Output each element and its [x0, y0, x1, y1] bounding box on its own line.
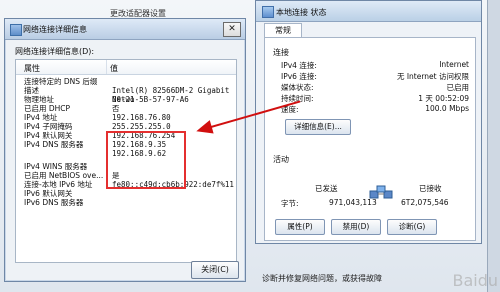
table-header: 属性 值	[16, 60, 236, 75]
background-scrollbar[interactable]	[487, 0, 500, 292]
diagnose-button[interactable]: 诊断(G)	[387, 219, 437, 235]
table-row-property: IPv6 默认网关	[24, 189, 73, 198]
table-row-property: 描述	[24, 86, 39, 95]
table-row-property: 已启用 DHCP	[24, 104, 71, 113]
network-details-dialog: 网络连接详细信息 ✕ 网络连接详细信息(D): 属性 值 连接特定的 DNS 后…	[4, 18, 246, 282]
close-icon[interactable]: ✕	[223, 22, 241, 37]
table-row-property: 连接-本地 IPv6 地址	[24, 180, 93, 189]
ip-info-highlight	[106, 131, 186, 189]
table-row-property: IPv4 DNS 服务器	[24, 140, 84, 149]
column-property: 属性	[24, 64, 40, 73]
status-row-value: Internet	[439, 60, 469, 69]
table-row-property: IPv4 子网掩码	[24, 122, 73, 131]
network-status-icon	[262, 6, 274, 18]
details-button[interactable]: 详细信息(E)...	[285, 119, 351, 135]
status-row-value: 100.0 Mbps	[425, 104, 469, 113]
local-connection-status-window: 本地连接 状态 常规 连接 IPv4 连接: Internet IPv6 连接:…	[255, 0, 482, 244]
sent-bytes: 971,043,113	[329, 198, 377, 207]
received-label: 已接收	[419, 184, 442, 193]
table-row-value: 00-21-5B-57-97-A6	[112, 95, 189, 104]
status-window-title: 本地连接 状态	[276, 8, 327, 17]
bytes-label: 字节:	[281, 199, 299, 208]
connection-section-title: 连接	[273, 48, 289, 57]
table-row-value: 192.168.76.80	[112, 113, 171, 122]
status-row-label: 媒体状态:	[281, 83, 314, 92]
status-row-value: 1 天 00:52:09	[418, 94, 469, 103]
close-button[interactable]: 关闭(C)	[191, 261, 239, 279]
table-row-property: IPv4 地址	[24, 113, 58, 122]
status-row-label: IPv6 连接:	[281, 72, 317, 81]
dialog-title: 网络连接详细信息	[23, 25, 87, 34]
background-bottom-text: 诊断并修复网络问题，或获得故障	[262, 274, 382, 283]
sent-label: 已发送	[315, 184, 338, 193]
baidu-watermark: Baidu	[452, 271, 498, 290]
status-row-value: 无 Internet 访问权限	[396, 72, 469, 81]
details-table: 属性 值 连接特定的 DNS 后缀 描述 Intel(R) 82566DM-2 …	[15, 59, 237, 263]
table-row-property: 已启用 NetBIOS ove...	[24, 171, 104, 180]
tab-general[interactable]: 常规	[264, 23, 302, 38]
status-row-value: 已启用	[446, 83, 470, 92]
activity-section-title: 活动	[273, 155, 289, 164]
table-row-value: 否	[112, 104, 120, 113]
network-icon	[10, 24, 22, 36]
table-row-value: 255.255.255.0	[112, 122, 171, 131]
table-row-property: 连接特定的 DNS 后缀	[24, 77, 98, 86]
table-row-property: IPv4 WINS 服务器	[24, 162, 88, 171]
disable-button[interactable]: 禁用(D)	[331, 219, 381, 235]
details-label: 网络连接详细信息(D):	[15, 47, 95, 56]
received-bytes: 6T2,075,546	[401, 198, 449, 207]
table-row-property: 物理地址	[24, 95, 54, 104]
status-panel: 连接 IPv4 连接: Internet IPv6 连接: 无 Internet…	[264, 37, 476, 241]
column-value: 值	[110, 64, 118, 73]
properties-button[interactable]: 属性(P)	[275, 219, 325, 235]
table-row-property: IPv6 DNS 服务器	[24, 198, 84, 207]
column-separator	[106, 60, 107, 74]
status-row-label: IPv4 连接:	[281, 61, 317, 70]
table-row-property: IPv4 默认网关	[24, 131, 73, 140]
